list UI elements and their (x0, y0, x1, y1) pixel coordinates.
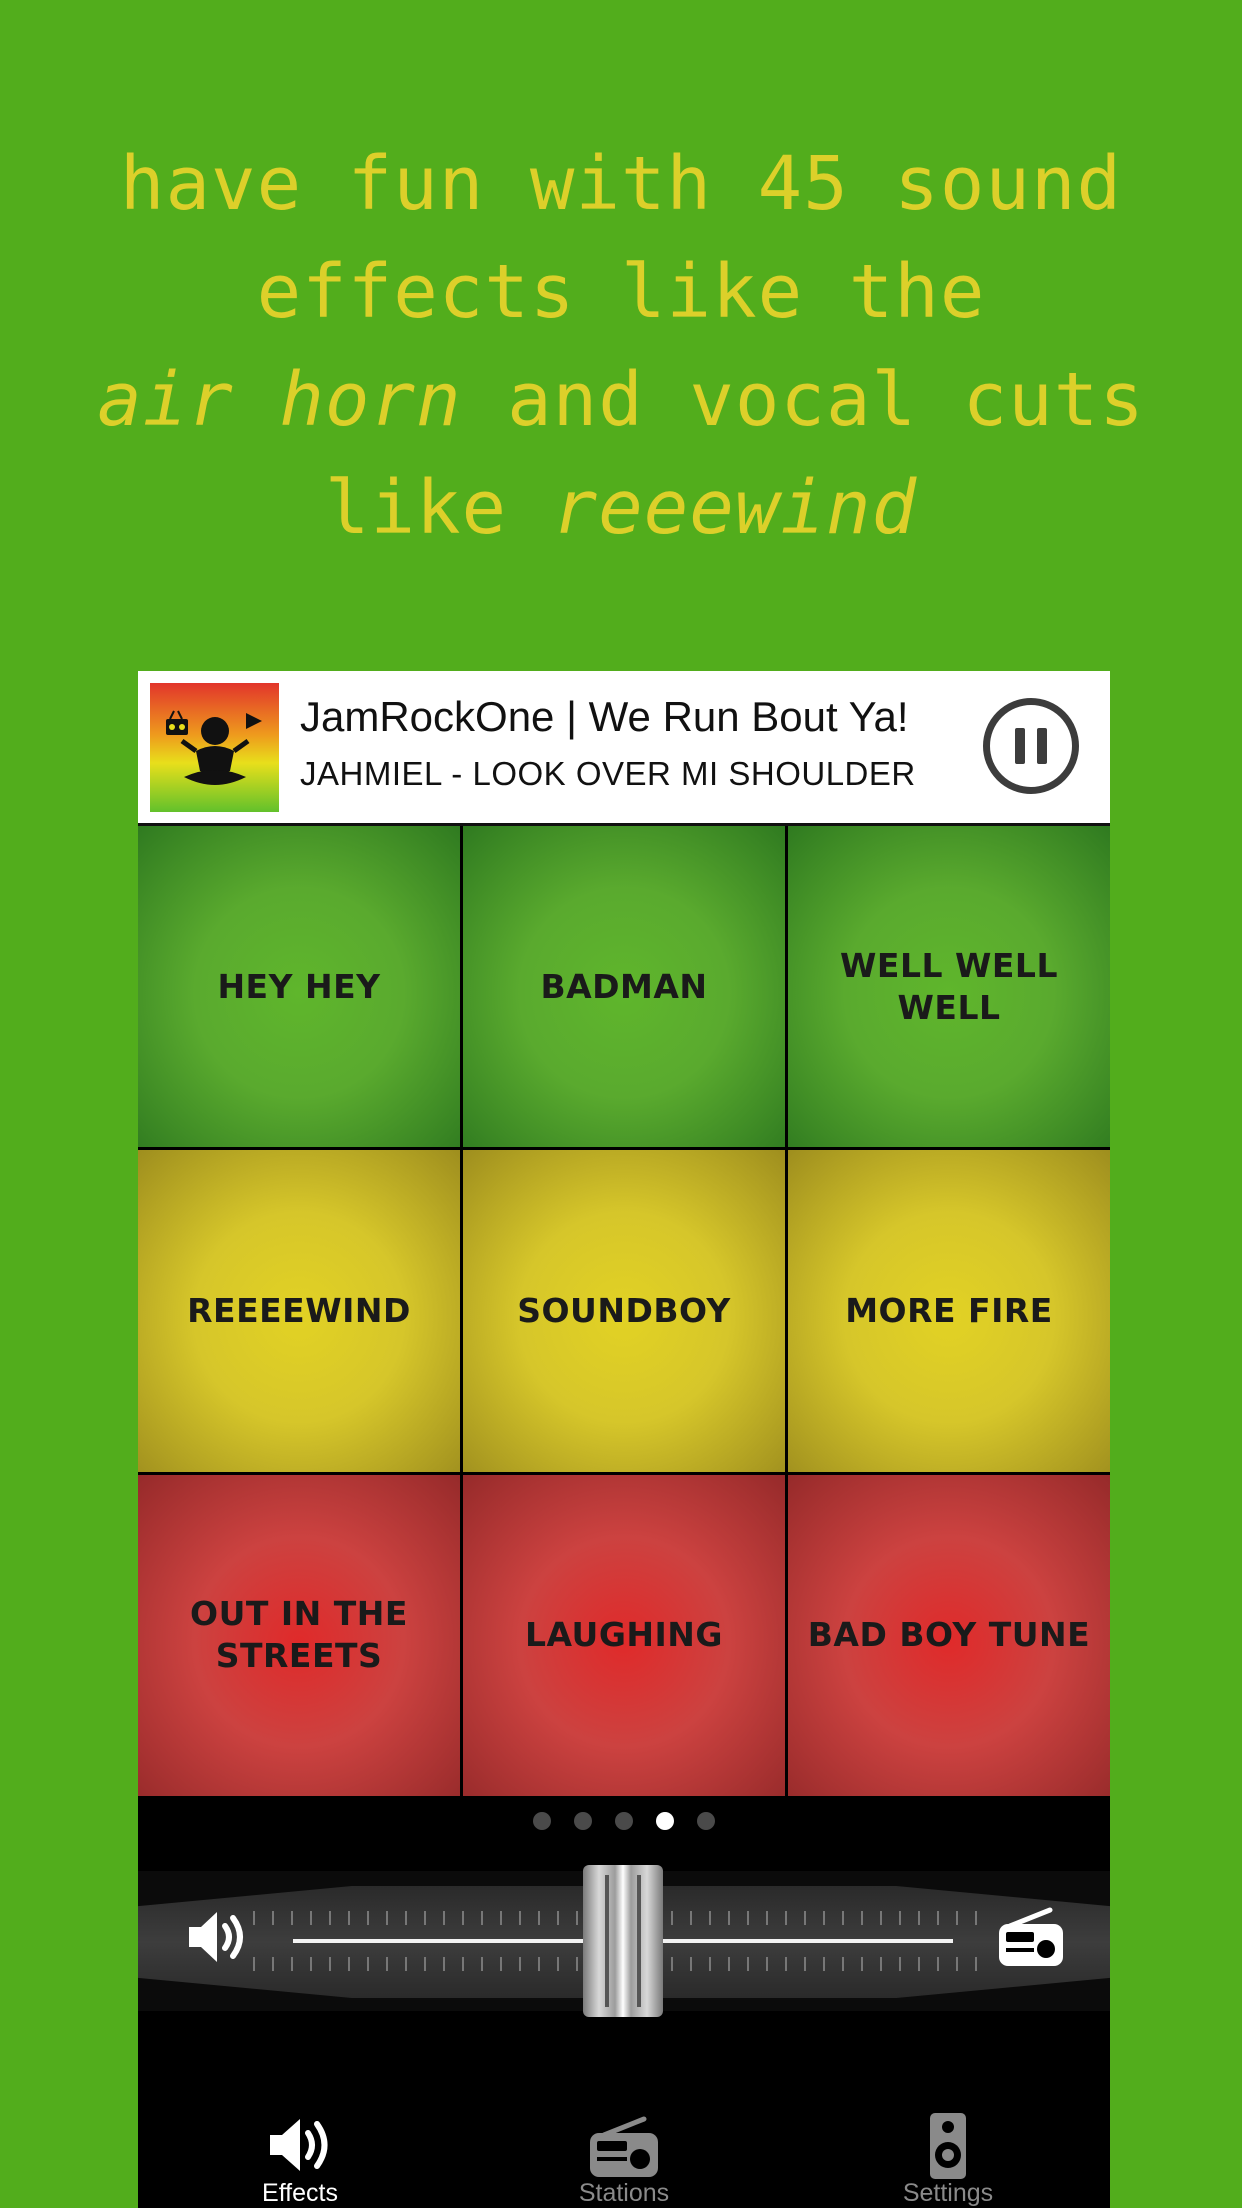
page-dot[interactable] (615, 1812, 633, 1830)
headline-line-1: have fun with 45 sound (119, 141, 1123, 227)
knob-groove (605, 1875, 609, 2007)
tab-stations[interactable]: Stations (462, 2081, 786, 2208)
promo-headline: have fun with 45 sound effects like the … (0, 130, 1242, 562)
headline-line-2: effects like the (256, 249, 986, 335)
track-name: JAHMIEL - LOOK OVER MI SHOULDER (300, 755, 916, 792)
sound-pad[interactable]: OUT IN THE STREETS (138, 1474, 460, 1796)
station-artwork (150, 683, 279, 812)
headline-reeewind: reeewind (552, 465, 918, 551)
page-indicator[interactable] (138, 1812, 1110, 1832)
speaker-volume-icon (270, 2119, 328, 2171)
tab-settings[interactable]: Settings (786, 2081, 1110, 2208)
sound-pad-grid: HEY HEY BADMAN WELL WELL WELL REEEEWIND … (138, 826, 1110, 1796)
page-dot[interactable] (533, 1812, 551, 1830)
station-name: JamRockOne | We Run Bout Ya! (300, 693, 909, 740)
sound-pad[interactable]: HEY HEY (138, 826, 460, 1148)
page-dot[interactable] (574, 1812, 592, 1830)
knob-groove (637, 1875, 641, 2007)
sound-pad[interactable]: BAD BOY TUNE (788, 1474, 1110, 1796)
pause-button[interactable] (983, 698, 1079, 794)
sound-pad[interactable]: WELL WELL WELL (788, 826, 1110, 1148)
sound-pad[interactable]: SOUNDBOY (463, 1150, 785, 1472)
tab-label: Settings (902, 2179, 994, 2207)
headline-line-4-start: like (324, 465, 553, 551)
tab-bar: Effects Stations Settings (138, 2081, 1110, 2208)
sound-pad[interactable]: LAUGHING (463, 1474, 785, 1796)
sound-pad[interactable]: MORE FIRE (788, 1150, 1110, 1472)
page-dot[interactable] (697, 1812, 715, 1830)
crossfader-knob[interactable] (583, 1865, 663, 2017)
headline-line-4: like reeewind (0, 454, 1242, 562)
headline-line-3-rest: and vocal cuts (461, 357, 1145, 443)
meditating-figure-radio-logo (165, 710, 262, 785)
pause-icon-bar (1037, 728, 1047, 764)
app-screen: JamRockOne | We Run Bout Ya! JAHMIEL - L… (138, 671, 1110, 2208)
pause-icon-bar (1015, 728, 1025, 764)
headline-line-3: air horn and vocal cuts (0, 346, 1242, 454)
speaker-volume-icon (189, 1912, 243, 1962)
sound-pad[interactable]: REEEEWIND (138, 1150, 460, 1472)
headline-air-horn: air horn (97, 357, 462, 443)
tab-label: Effects (262, 2179, 338, 2207)
page-dot-active[interactable] (656, 1812, 674, 1830)
now-playing-bar[interactable]: JamRockOne | We Run Bout Ya! JAHMIEL - L… (138, 671, 1110, 826)
radio-icon (590, 2116, 658, 2177)
sound-pad[interactable]: BADMAN (463, 826, 785, 1148)
loudspeaker-icon (930, 2113, 966, 2179)
tab-label: Stations (578, 2179, 670, 2207)
tab-effects[interactable]: Effects (138, 2081, 462, 2208)
radio-icon (999, 1907, 1063, 1966)
